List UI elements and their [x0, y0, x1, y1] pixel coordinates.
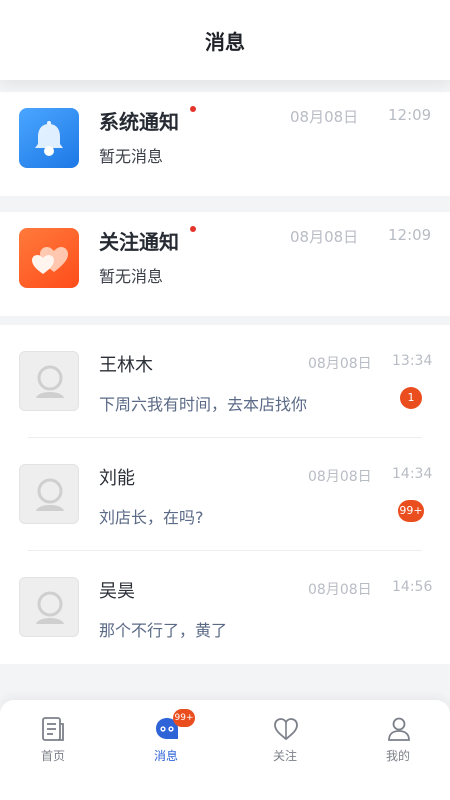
notice-subtitle: 暂无消息 — [99, 147, 164, 166]
system-notice-card[interactable]: 系统通知 暂无消息 08月08日 12:09 — [0, 92, 450, 196]
chat-date: 08月08日 — [308, 582, 372, 598]
document-icon — [42, 717, 64, 741]
chat-item[interactable]: 刘能 刘店长，在吗? 08月08日 14:34 99+ — [0, 438, 450, 551]
chat-time: 14:56 — [392, 579, 433, 595]
person-icon — [388, 717, 410, 741]
chat-name: 吴昊 — [99, 581, 135, 602]
chat-time: 13:34 — [392, 353, 433, 369]
notice-subtitle: 暂无消息 — [99, 267, 164, 286]
notice-date: 08月08日 — [290, 108, 359, 126]
hearts-icon — [19, 228, 79, 288]
avatar-placeholder-icon — [19, 464, 79, 524]
tab-label: 关注 — [272, 749, 297, 763]
unread-badge: 99+ — [398, 500, 424, 522]
unread-badge: 1 — [400, 387, 422, 409]
page-title: 消息 — [205, 30, 245, 54]
chat-name: 刘能 — [99, 468, 135, 489]
message-count-badge: 99+ — [173, 709, 195, 727]
chat-item[interactable]: 吴昊 那个不行了，黄了 08月08日 14:56 — [0, 551, 450, 664]
chat-time: 14:34 — [392, 466, 433, 482]
avatar-placeholder-icon — [19, 577, 79, 637]
notice-time: 12:09 — [388, 106, 432, 124]
bottom-tab-bar: 首页 消息 99+ 关注 我的 — [0, 700, 450, 800]
chat-message: 下周六我有时间，去本店找你 — [99, 395, 308, 414]
tab-label: 消息 — [153, 749, 178, 763]
follow-notice-card[interactable]: 关注通知 暂无消息 08月08日 12:09 — [0, 212, 450, 316]
chat-date: 08月08日 — [308, 356, 372, 372]
notice-date: 08月08日 — [290, 228, 359, 246]
unread-dot — [190, 226, 196, 232]
notice-title: 系统通知 — [99, 110, 179, 134]
chat-date: 08月08日 — [308, 469, 372, 485]
notice-time: 12:09 — [388, 226, 432, 244]
notice-title: 关注通知 — [99, 230, 179, 254]
top-bar: 消息 — [0, 0, 450, 80]
unread-dot — [190, 106, 196, 112]
chat-message: 那个不行了，黄了 — [99, 621, 228, 640]
tab-profile[interactable]: 我的 — [363, 712, 433, 772]
chat-list: 王林木 下周六我有时间，去本店找你 08月08日 13:34 1 刘能 刘店长，… — [0, 325, 450, 664]
chat-item[interactable]: 王林木 下周六我有时间，去本店找你 08月08日 13:34 1 — [0, 325, 450, 438]
avatar-placeholder-icon — [19, 351, 79, 411]
chat-message: 刘店长，在吗? — [99, 508, 204, 527]
chat-name: 王林木 — [99, 355, 153, 376]
heart-outline-icon — [274, 718, 298, 741]
tab-follow[interactable]: 关注 — [250, 712, 320, 772]
tab-home[interactable]: 首页 — [18, 712, 88, 772]
tab-label: 我的 — [385, 749, 410, 763]
tab-label: 首页 — [40, 749, 65, 763]
bell-icon — [19, 108, 79, 168]
